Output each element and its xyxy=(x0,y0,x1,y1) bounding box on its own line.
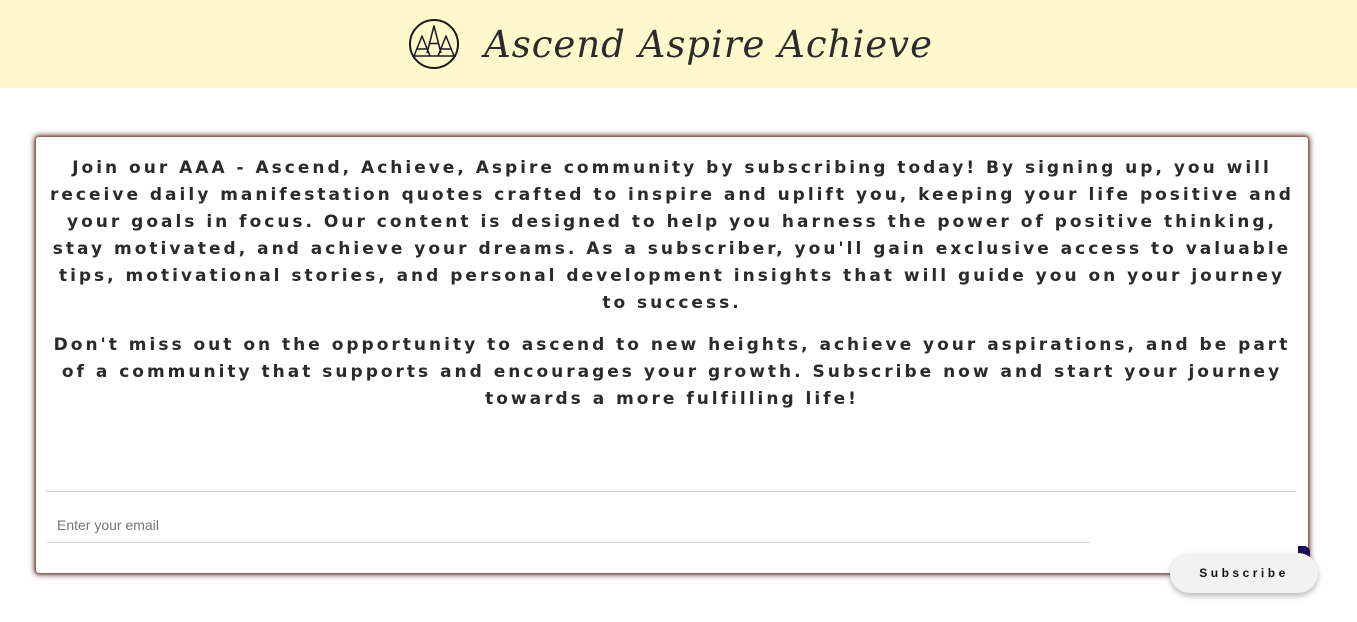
intro-paragraph: Join our AAA - Ascend, Achieve, Aspire c… xyxy=(50,158,1294,313)
intro-copy: Join our AAA - Ascend, Achieve, Aspire c… xyxy=(46,155,1298,428)
subscribe-button[interactable]: Subscribe xyxy=(1170,553,1318,593)
call-to-action-paragraph: Don't miss out on the opportunity to asc… xyxy=(53,335,1291,409)
divider xyxy=(46,491,1296,492)
site-header: Ascend Aspire Achieve xyxy=(0,0,1357,88)
subscribe-card: Join our AAA - Ascend, Achieve, Aspire c… xyxy=(36,137,1308,573)
email-input[interactable] xyxy=(47,507,1090,543)
brand[interactable]: Ascend Aspire Achieve xyxy=(408,18,933,70)
site-title: Ascend Aspire Achieve xyxy=(484,22,933,66)
aaa-logo-icon xyxy=(409,19,459,69)
